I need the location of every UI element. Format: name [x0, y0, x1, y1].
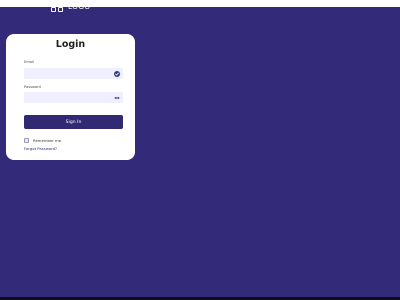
login-card: Login Email Password Sign In Remember me…: [6, 34, 135, 160]
login-title: Login: [55, 39, 86, 50]
password-field[interactable]: [24, 100, 110, 111]
logo-grid-icon: [51, 0, 63, 12]
remember-me-checkbox[interactable]: [24, 138, 29, 143]
check-circle-icon: [114, 70, 120, 77]
password-field-container: [24, 92, 123, 111]
logo-text: LOGO: [68, 1, 91, 11]
password-label: Password: [24, 85, 41, 89]
sign-in-button[interactable]: Sign In: [24, 115, 123, 129]
eye-icon[interactable]: [114, 95, 120, 101]
remember-me[interactable]: Remember me: [24, 138, 61, 143]
logo: LOGO: [51, 0, 90, 12]
email-field-container: [24, 68, 123, 87]
forgot-password-link[interactable]: Forgot Password?: [24, 146, 57, 151]
remember-me-label: Remember me: [33, 138, 62, 143]
email-label: Email: [24, 60, 34, 64]
